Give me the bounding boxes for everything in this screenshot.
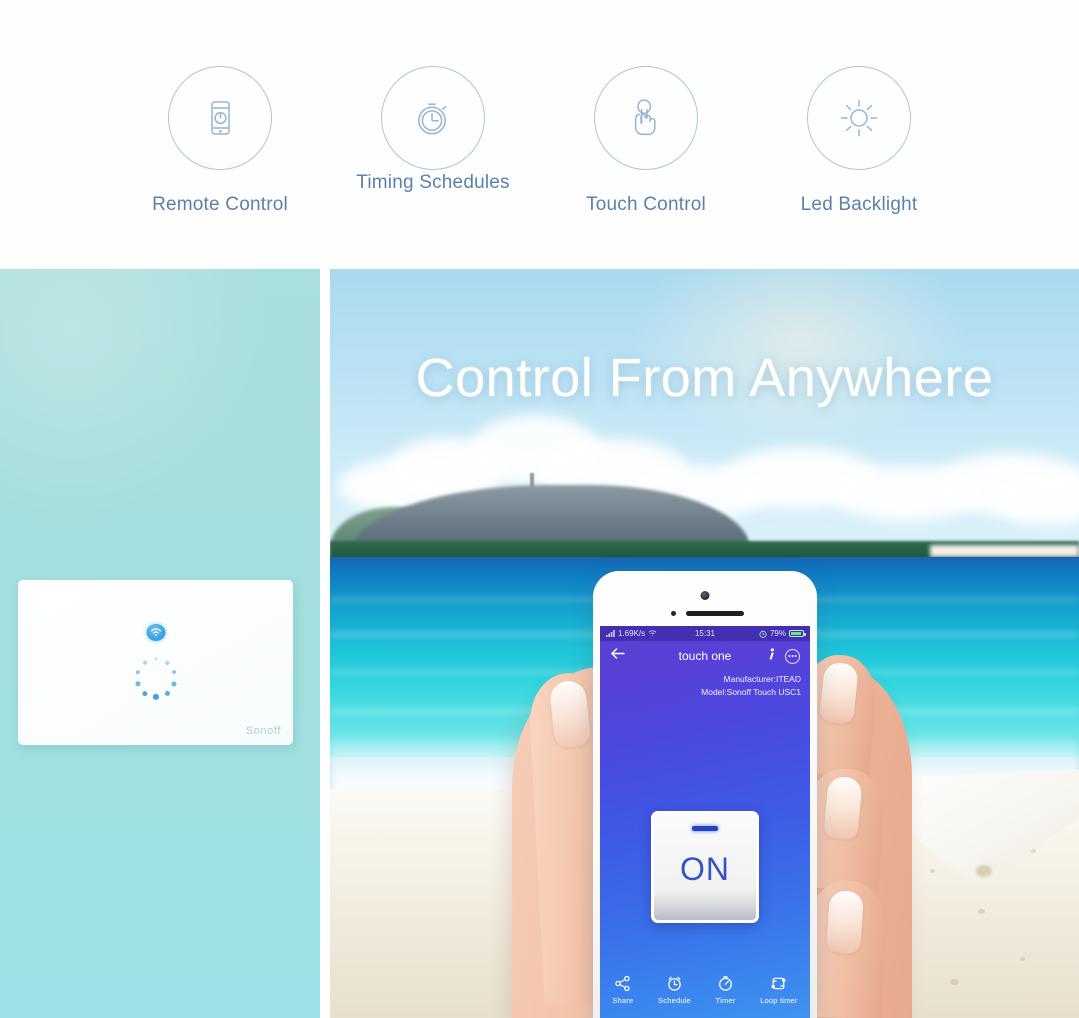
feature-item-led-backlight[interactable]: Led Backlight xyxy=(753,66,966,216)
nav-label: Loop timer xyxy=(760,996,798,1005)
beach-scene-panel: Control From Anywhere 1.69K/s 15:31 79% … xyxy=(330,269,1079,1018)
finger-nail xyxy=(818,661,860,725)
alarm-clock-icon xyxy=(666,975,683,992)
brand-label: Sonoff xyxy=(245,725,281,737)
led-indicator xyxy=(692,826,718,831)
proximity-sensor-icon xyxy=(671,611,676,616)
nav-label: Timer xyxy=(715,996,736,1005)
split-section: Sonoff Control From Anywhere 1.69K/s 15:… xyxy=(0,269,1079,1018)
status-bar: 1.69K/s 15:31 79% xyxy=(600,626,810,641)
panel-divider xyxy=(320,269,330,1018)
power-state-label: ON xyxy=(680,850,730,887)
status-time: 15:31 xyxy=(694,629,716,638)
sun-icon xyxy=(807,66,911,170)
phone-screen: 1.69K/s 15:31 79% touch one Manufacturer… xyxy=(600,626,810,1018)
finger-nail xyxy=(823,775,863,841)
feature-item-touch-control[interactable]: Touch Control xyxy=(540,66,753,216)
share-icon xyxy=(614,975,631,992)
front-camera-icon xyxy=(700,591,710,600)
earpiece-speaker xyxy=(686,611,744,616)
nav-item-timer[interactable]: Timer xyxy=(716,975,736,1005)
sonoff-wall-switch[interactable]: Sonoff xyxy=(18,580,293,745)
finger-nail xyxy=(825,889,865,955)
feature-strip: Remote Control Timing Schedules Touch Co… xyxy=(0,0,1079,269)
stopwatch-icon xyxy=(717,975,734,992)
feature-label: Timing Schedules xyxy=(356,172,510,193)
app-bar: touch one xyxy=(600,641,810,671)
wifi-icon xyxy=(146,624,165,641)
feature-label: Led Backlight xyxy=(800,194,918,215)
info-icon[interactable] xyxy=(767,647,777,666)
device-manufacturer: Manufacturer:ITEAD xyxy=(723,674,801,684)
nav-item-schedule[interactable]: Schedule xyxy=(658,975,691,1005)
power-toggle-button[interactable]: ON xyxy=(651,811,759,923)
led-ring-icon xyxy=(134,656,178,700)
more-icon[interactable] xyxy=(785,648,800,664)
nav-label: Share xyxy=(612,996,634,1005)
feature-label: Remote Control xyxy=(152,194,288,215)
nav-item-loop-timer[interactable]: Loop timer xyxy=(760,975,797,1005)
stopwatch-icon xyxy=(381,66,485,170)
loop-icon xyxy=(770,975,787,992)
battery-icon xyxy=(789,630,806,637)
phone-power-icon xyxy=(168,66,272,170)
nav-label: Schedule xyxy=(658,996,691,1005)
bottom-nav: Share Schedule Timer Loop timer xyxy=(600,966,810,1018)
device-model: Model:Sonoff Touch USC1 xyxy=(701,687,801,697)
smartphone: 1.69K/s 15:31 79% touch one Manufacturer… xyxy=(593,571,817,1018)
product-feature-page: Remote Control Timing Schedules Touch Co… xyxy=(0,0,1079,1018)
feature-item-timing-schedules[interactable]: Timing Schedules xyxy=(327,66,540,194)
feature-item-remote-control[interactable]: Remote Control xyxy=(114,66,327,216)
device-meta: Manufacturer:ITEAD Model:Sonoff Touch US… xyxy=(701,673,801,699)
feature-label: Touch Control xyxy=(586,194,706,215)
nav-item-share[interactable]: Share xyxy=(612,975,633,1005)
wall-switch-panel: Sonoff xyxy=(0,269,320,1018)
touch-hand-icon xyxy=(594,66,698,170)
